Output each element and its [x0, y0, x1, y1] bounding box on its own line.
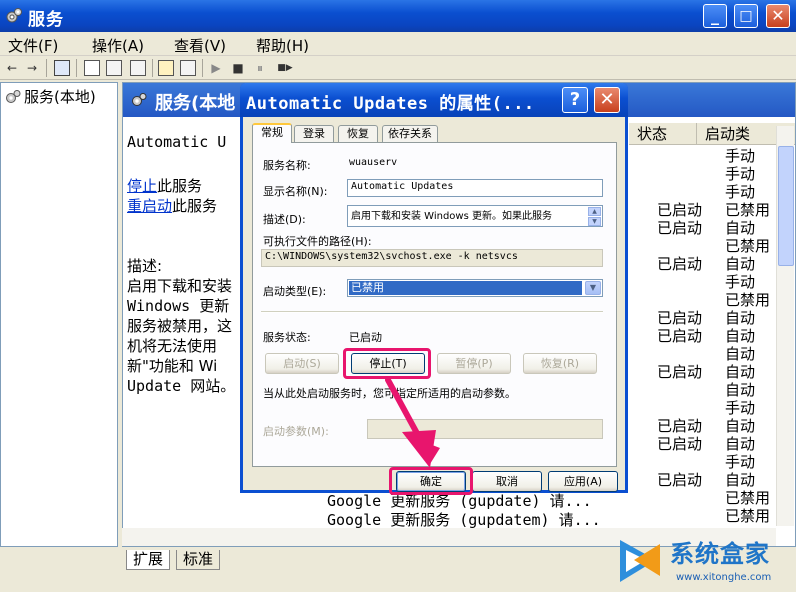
dialog-help-button[interactable]: ?: [562, 87, 588, 113]
row-status[interactable]: 已启动: [657, 469, 702, 490]
watermark-url: www.xitonghe.com: [676, 572, 772, 583]
start-params-hint: 当从此处启动服务时，您可指定所适用的启动参数。: [263, 387, 516, 400]
start-button[interactable]: 启动(S): [265, 353, 339, 374]
toolbar-divider: [76, 59, 77, 77]
services-gear-icon: [6, 89, 21, 103]
pause-service-icon[interactable]: ⏸: [252, 60, 268, 76]
description-field-text: 启用下载和安装 Windows 更新。如果此服务: [351, 211, 552, 222]
tab-extended[interactable]: 扩展: [126, 550, 171, 570]
tab-general[interactable]: 常规: [252, 123, 292, 143]
general-tab-panel: 服务名称: wuauserv 显示名称(N): Automatic Update…: [252, 142, 617, 467]
watermark-text: 系统盒家: [670, 540, 770, 568]
row-status[interactable]: 已启动: [657, 325, 702, 346]
stop-service-icon[interactable]: ■: [230, 60, 246, 76]
stop-service-link[interactable]: 停止此服务: [127, 175, 202, 196]
refresh-icon[interactable]: [106, 60, 122, 76]
toolbar-divider: [202, 59, 203, 77]
selected-service-name: Automatic U: [127, 133, 227, 151]
scroll-up-icon[interactable]: ▲: [588, 207, 601, 216]
row-startup-type[interactable]: 已禁用: [725, 505, 770, 526]
services-gear-icon: [6, 8, 22, 23]
restart-service-icon[interactable]: ■▶: [274, 60, 296, 76]
properties-dialog: Automatic Updates 的属性(... ? ✕ 常规 登录 恢复 依…: [240, 83, 628, 493]
path-field[interactable]: C:\WINDOWS\system32\svchost.exe -k netsv…: [261, 249, 603, 267]
tab-standard[interactable]: 标准: [176, 550, 221, 570]
startup-type-label: 启动类型(E):: [263, 285, 327, 298]
help-icon[interactable]: [158, 60, 174, 76]
menu-view[interactable]: 查看(V): [174, 35, 226, 56]
row-status[interactable]: 已启动: [657, 253, 702, 274]
toolbar: ← → ▶ ■ ⏸ ■▶: [0, 56, 796, 80]
service-status-label: 服务状态:: [263, 331, 311, 344]
menu-help[interactable]: 帮助(H): [256, 35, 309, 56]
console-icon[interactable]: [180, 60, 196, 76]
properties-icon[interactable]: [84, 60, 100, 76]
ok-button-highlight: [389, 467, 473, 495]
menu-action[interactable]: 操作(A): [92, 35, 144, 56]
description-line: 服务被禁用，这: [127, 317, 233, 335]
column-header-status[interactable]: 状态: [629, 123, 697, 145]
start-service-icon[interactable]: ▶: [208, 60, 224, 76]
dialog-title: Automatic Updates 的属性(...: [246, 94, 535, 114]
stop-button-highlight: [343, 348, 431, 379]
pane-title: 服务(本地: [155, 93, 236, 114]
window-titlebar[interactable]: 服务 _ □ ✕: [0, 0, 796, 32]
description-line: 机将无法使用: [127, 337, 218, 355]
display-name-label: 显示名称(N):: [263, 185, 328, 198]
service-status-value: 已启动: [349, 331, 382, 344]
scroll-down-icon[interactable]: ▼: [588, 217, 601, 226]
description-label: 描述:: [127, 257, 163, 275]
window-title: 服务: [28, 10, 64, 30]
service-name-label: 服务名称:: [263, 159, 311, 172]
scrollbar-thumb[interactable]: [778, 146, 794, 266]
description-line: 启用下载和安装: [127, 277, 233, 295]
cancel-button[interactable]: 取消: [472, 471, 542, 492]
row-status[interactable]: 已启动: [657, 433, 702, 454]
description-field[interactable]: 启用下载和安装 Windows 更新。如果此服务 ▲ ▼: [347, 205, 603, 227]
menu-file[interactable]: 文件(F): [8, 35, 58, 56]
tab-logon[interactable]: 登录: [294, 125, 334, 143]
chevron-down-icon[interactable]: ▼: [585, 281, 601, 295]
display-name-field[interactable]: Automatic Updates: [347, 179, 603, 197]
service-name-value: wuauserv: [349, 157, 398, 168]
description-line: 新"功能和 Wi: [127, 357, 218, 375]
dialog-titlebar[interactable]: Automatic Updates 的属性(... ? ✕: [240, 83, 628, 117]
export-list-icon[interactable]: [130, 60, 146, 76]
description-line: Update 网站。: [127, 377, 236, 395]
start-params-field[interactable]: [367, 419, 603, 439]
startup-type-value: 已禁用: [349, 281, 582, 295]
tree-item-services-local[interactable]: 服务(本地): [5, 86, 96, 107]
description-field-label: 描述(D):: [263, 213, 306, 226]
resume-button[interactable]: 恢复(R): [523, 353, 597, 374]
dialog-close-button[interactable]: ✕: [594, 87, 620, 113]
toolbar-divider: [46, 59, 47, 77]
divider: [261, 311, 603, 313]
tree-item-label: 服务(本地): [24, 88, 96, 106]
close-button[interactable]: ✕: [766, 4, 790, 28]
start-params-label: 启动参数(M):: [263, 425, 329, 438]
show-tree-icon[interactable]: [54, 60, 70, 76]
restart-service-link[interactable]: 重启动此服务: [127, 195, 217, 216]
toolbar-divider: [152, 59, 153, 77]
console-tree: 服务(本地): [0, 82, 118, 547]
tab-dependencies[interactable]: 依存关系: [382, 125, 438, 143]
minimize-button[interactable]: _: [703, 4, 727, 28]
tab-recovery[interactable]: 恢复: [338, 125, 378, 143]
forward-icon[interactable]: →: [24, 60, 40, 76]
description-line: Windows 更新: [127, 297, 230, 315]
service-row-google-update-m[interactable]: Google 更新服务 (gupdatem) 请...: [327, 509, 601, 530]
row-status[interactable]: 已启动: [657, 217, 702, 238]
menu-bar: 文件(F) 操作(A) 查看(V) 帮助(H): [0, 32, 796, 56]
row-status[interactable]: 已启动: [657, 361, 702, 382]
services-gear-icon: [132, 93, 147, 106]
vertical-scrollbar[interactable]: [776, 126, 794, 526]
maximize-button[interactable]: □: [734, 4, 758, 28]
startup-type-select[interactable]: 已禁用 ▼: [347, 279, 603, 297]
apply-button[interactable]: 应用(A): [548, 471, 618, 492]
back-icon[interactable]: ←: [4, 60, 20, 76]
pause-button[interactable]: 暂停(P): [437, 353, 511, 374]
path-label: 可执行文件的路径(H):: [263, 235, 372, 248]
